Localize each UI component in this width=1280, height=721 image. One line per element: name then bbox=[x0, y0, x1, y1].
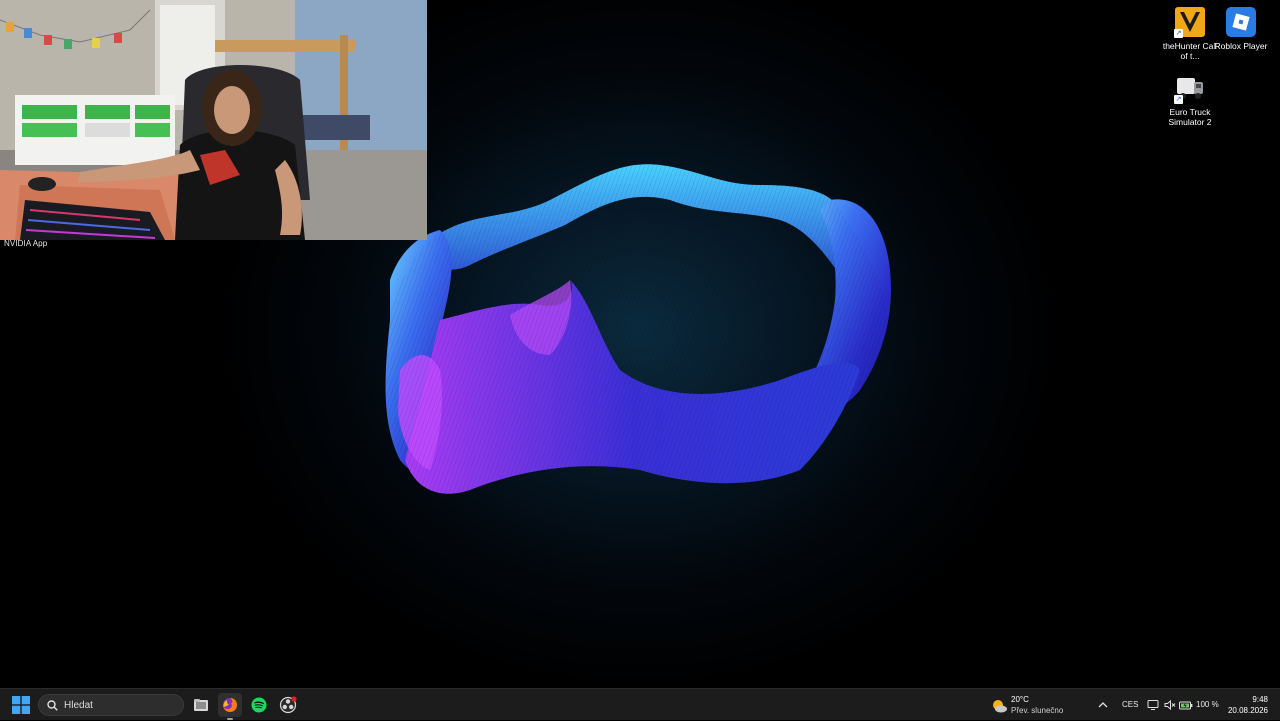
taskbar-clock[interactable]: 9:48 20.08.2026 bbox=[1226, 694, 1268, 716]
battery-charging-icon bbox=[1179, 701, 1193, 710]
taskbar-app-obs[interactable] bbox=[276, 693, 300, 717]
taskbar-app-spotify[interactable] bbox=[247, 693, 271, 717]
network-icon bbox=[1147, 700, 1159, 710]
wallpaper-ribbon-art bbox=[385, 164, 891, 494]
partly-sunny-icon bbox=[993, 700, 1007, 713]
taskbar-app-file-explorer[interactable] bbox=[189, 693, 213, 717]
taskbar: Hledat 20°C Přev. slunečno CES 100 % 9:4… bbox=[0, 688, 1280, 720]
webcam-overlay[interactable] bbox=[0, 0, 427, 240]
chevron-up-icon bbox=[1098, 702, 1108, 708]
euro-truck-icon: ↗ bbox=[1174, 72, 1206, 104]
firefox-icon bbox=[223, 698, 237, 712]
notification-badge bbox=[291, 696, 297, 702]
taskbar-search-box[interactable]: Hledat bbox=[38, 694, 184, 716]
thehunter-icon: ↗ bbox=[1174, 6, 1206, 38]
battery-button[interactable] bbox=[1178, 693, 1194, 717]
roblox-icon bbox=[1225, 6, 1257, 38]
weather-widget[interactable]: 20°C Přev. slunečno bbox=[990, 693, 1070, 717]
volume-button[interactable] bbox=[1161, 693, 1179, 717]
start-button[interactable] bbox=[9, 693, 33, 717]
search-placeholder: Hledat bbox=[64, 699, 93, 711]
webcam-feed-image bbox=[0, 0, 427, 240]
spotify-icon bbox=[251, 697, 267, 713]
webcam-source-label: NVIDIA App bbox=[4, 239, 48, 248]
desktop-icon-euro-truck[interactable]: ↗ Euro Truck Simulator 2 bbox=[1162, 72, 1218, 127]
desktop-icon-roblox[interactable]: Roblox Player bbox=[1213, 6, 1269, 51]
desktop-icon-label: Roblox Player bbox=[1214, 41, 1268, 51]
show-hidden-icons-button[interactable] bbox=[1091, 693, 1115, 717]
battery-percentage: 100 % bbox=[1196, 700, 1219, 709]
taskbar-app-firefox[interactable] bbox=[218, 693, 242, 720]
network-status-button[interactable] bbox=[1144, 693, 1162, 717]
windows-logo-icon bbox=[12, 696, 30, 714]
search-icon bbox=[47, 699, 58, 711]
clock-date: 20.08.2026 bbox=[1227, 706, 1268, 715]
desktop: NVIDIA App ↗ theHunter Call of t... Robl… bbox=[0, 0, 1280, 688]
desktop-icon-label: Euro Truck Simulator 2 bbox=[1168, 107, 1212, 127]
clock-time: 9:48 bbox=[1252, 695, 1268, 704]
folder-icon bbox=[194, 699, 208, 711]
obs-icon bbox=[279, 696, 297, 714]
weather-condition: Přev. slunečno bbox=[1011, 706, 1064, 715]
desktop-icon-thehunter[interactable]: ↗ theHunter Call of t... bbox=[1162, 6, 1218, 61]
desktop-icon-label: theHunter Call of t... bbox=[1162, 41, 1218, 61]
volume-muted-icon bbox=[1164, 699, 1176, 711]
input-language-indicator[interactable]: CES bbox=[1122, 689, 1138, 721]
weather-temperature: 20°C bbox=[1011, 695, 1029, 704]
